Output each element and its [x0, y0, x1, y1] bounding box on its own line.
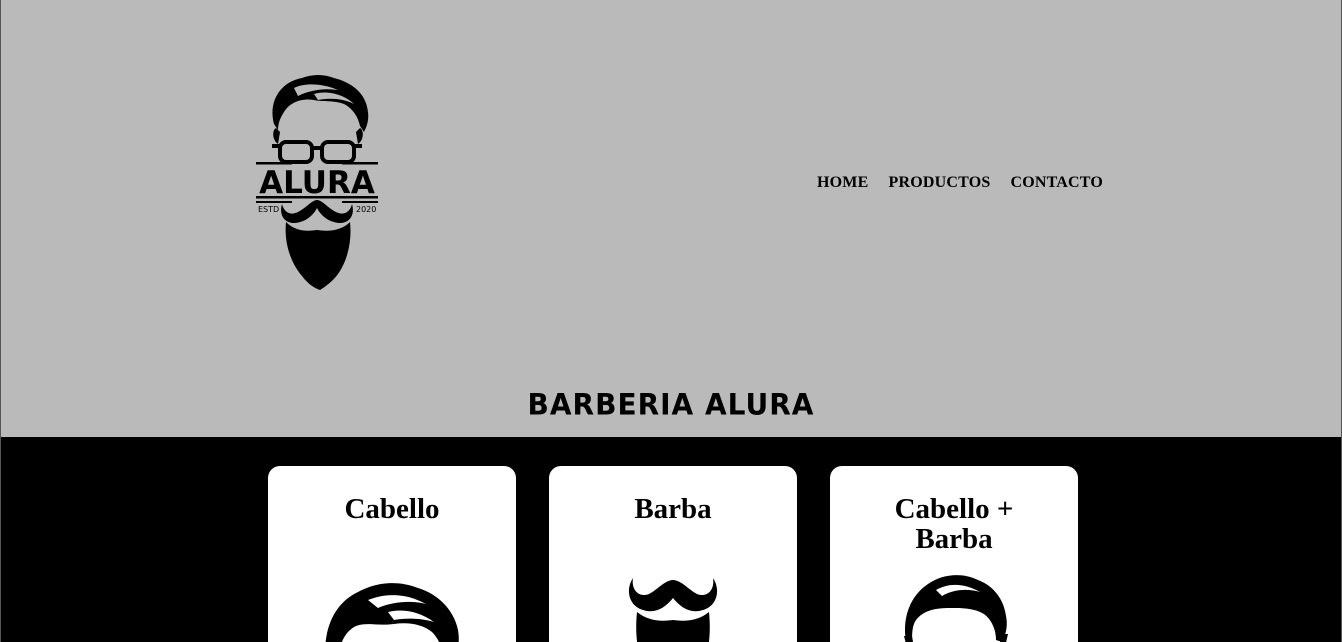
- main-nav: HOME PRODUCTOS CONTACTO: [817, 174, 1103, 192]
- nav-productos-link[interactable]: PRODUCTOS: [888, 174, 990, 192]
- page: ALURA ESTD 2020 HOME PRODUCTOS CONTACTO …: [0, 0, 1342, 642]
- logo-wordmark: ALURA: [259, 165, 375, 201]
- logo-estd: ESTD: [258, 205, 279, 214]
- site-header: ALURA ESTD 2020 HOME PRODUCTOS CONTACTO …: [1, 0, 1341, 437]
- service-card-cabello[interactable]: Cabello: [268, 466, 516, 642]
- card-title: Cabello: [344, 493, 440, 525]
- alura-logo-icon[interactable]: ALURA ESTD 2020: [254, 72, 380, 292]
- hair-beard-icon: [904, 575, 1008, 642]
- mustache-beard-icon: [628, 578, 718, 642]
- nav-contacto-link[interactable]: CONTACTO: [1010, 174, 1103, 192]
- logo-year: 2020: [356, 205, 376, 214]
- card-title: Cabello + Barba: [894, 493, 1014, 555]
- nav-home-link[interactable]: HOME: [817, 174, 868, 192]
- card-title: Barba: [634, 493, 712, 525]
- hair-icon: [325, 583, 459, 642]
- service-card-cabello-barba[interactable]: Cabello + Barba: [830, 466, 1078, 642]
- page-title: BARBERIA ALURA: [527, 387, 815, 422]
- service-card-barba[interactable]: Barba: [549, 466, 797, 642]
